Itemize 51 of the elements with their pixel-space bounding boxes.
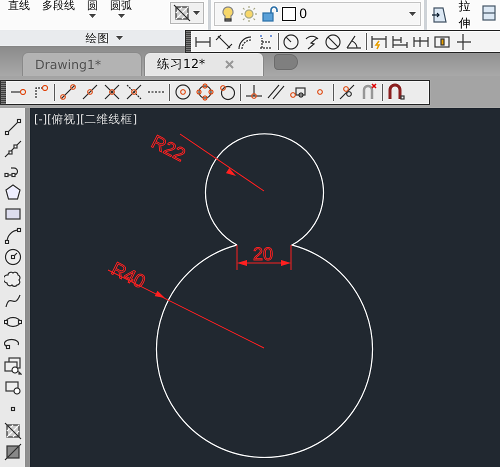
caret-icon xyxy=(193,11,200,15)
intersection-icon[interactable] xyxy=(103,83,121,101)
center-mark-icon[interactable] xyxy=(454,32,472,50)
toolbar-icon[interactable] xyxy=(480,4,498,22)
draw-tool-button[interactable]: 圆弧 xyxy=(106,0,136,28)
hatch-button[interactable] xyxy=(170,2,204,24)
revision-cloud-icon[interactable] xyxy=(4,270,22,288)
magnet-icon[interactable] xyxy=(387,83,405,101)
draw-tool-button[interactable]: 多段线 xyxy=(38,0,79,28)
toolbar-grip[interactable] xyxy=(1,80,6,104)
line-icon[interactable] xyxy=(4,118,22,136)
ordinate-icon[interactable] xyxy=(257,32,275,50)
radius-dimension: R22 xyxy=(148,132,264,192)
midpoint-line-icon[interactable] xyxy=(59,83,77,101)
dropdown-caret-icon xyxy=(409,12,416,16)
polygon-icon[interactable] xyxy=(4,183,22,202)
hatch-icon[interactable] xyxy=(4,422,22,440)
tangent-circle-icon[interactable] xyxy=(218,83,236,101)
sun-icon xyxy=(240,5,258,23)
caret-icon xyxy=(116,36,122,40)
arc-icon[interactable] xyxy=(4,226,22,244)
aligned-dimension-icon[interactable] xyxy=(215,32,233,50)
circle-icon[interactable] xyxy=(4,248,22,266)
hatch-icon[interactable] xyxy=(173,4,191,22)
stretch-icon xyxy=(431,6,449,24)
layer-dropdown[interactable]: 0 xyxy=(214,2,421,26)
draw-tool-button[interactable]: 圆 xyxy=(83,0,102,28)
linear-dimension: 20 xyxy=(236,244,292,270)
file-tab[interactable]: 练习12* xyxy=(144,52,264,76)
apparent-intersection-icon[interactable] xyxy=(125,83,143,101)
file-tab[interactable]: Drawing1* xyxy=(22,52,142,76)
center-circle-icon[interactable] xyxy=(174,83,192,101)
jogged-radius-icon[interactable] xyxy=(303,32,321,50)
perpendicular-icon[interactable] xyxy=(245,83,263,101)
clear-snap-icon[interactable] xyxy=(360,83,378,101)
unlocked-padlock-icon xyxy=(261,5,279,23)
layer-name: 0 xyxy=(299,6,308,22)
quadrant-icon[interactable] xyxy=(196,83,214,101)
panel-title[interactable]: 绘图 xyxy=(86,30,110,46)
insert-block-icon[interactable] xyxy=(4,356,22,375)
nearest-icon[interactable] xyxy=(338,83,356,101)
viewport-label[interactable]: [-][俯视][二维线框] xyxy=(34,112,138,127)
color-swatch-icon xyxy=(282,7,296,21)
parallel-icon[interactable] xyxy=(267,83,285,101)
gradient-icon[interactable] xyxy=(4,443,22,462)
point-on-line-icon[interactable] xyxy=(81,83,99,101)
construction-line-icon[interactable] xyxy=(4,140,22,158)
draw-tool-button[interactable]: 直线 xyxy=(4,0,34,28)
toolbar-grip[interactable] xyxy=(186,31,191,52)
diameter-icon[interactable] xyxy=(324,32,342,50)
radius-icon[interactable] xyxy=(282,32,300,50)
